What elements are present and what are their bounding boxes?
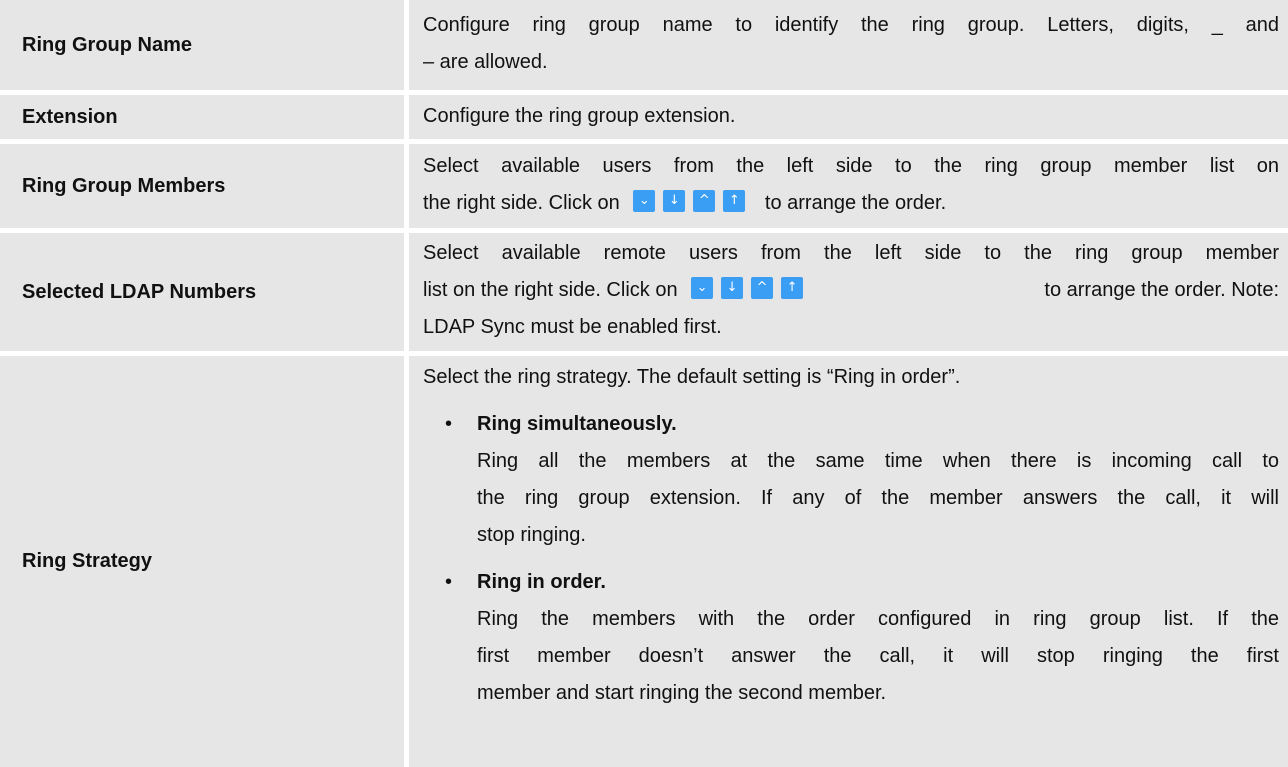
bullet-icon: • [445,571,453,593]
option-line: Ring the members with the order configur… [477,608,1279,630]
description-line-start: list on the right side. Click on ⌄ ↓ ^ ↑ [423,272,817,309]
field-label: Selected LDAP Numbers [0,233,404,351]
field-label: Ring Group Members [0,144,404,228]
field-label: Ring Group Name [0,0,404,90]
table-row: Extension Configure the ring group exten… [0,95,1288,139]
description-line: Select the ring strategy. The default se… [423,366,961,388]
field-description: Select the ring strategy. The default se… [409,356,1288,767]
field-description: Configure ring group name to identify th… [409,0,1288,90]
option-line: stop ringing. [477,524,586,546]
option-title: Ring in order. [477,571,606,593]
table-row: Ring Group Members Select available user… [0,144,1288,228]
list-item: • Ring in order. Ring the members with t… [423,564,1279,712]
chevron-up-icon[interactable]: ^ [751,276,774,299]
arrow-down-icon[interactable]: ↓ [663,189,686,212]
description-line: list on the right side. Click on ⌄ ↓ ^ ↑ to… [423,272,1279,309]
arrow-up-icon[interactable]: ↑ [723,189,746,212]
option-line: first member doesn’t answer the call, it… [477,645,1279,667]
bullet-icon: • [445,413,453,435]
chevron-up-icon[interactable]: ^ [693,189,716,212]
field-label: Extension [0,95,404,139]
field-description: Select available users from the left sid… [409,144,1288,228]
option-line: member and start ringing the second memb… [477,682,887,704]
arrow-down-icon[interactable]: ↓ [721,276,744,299]
chevron-down-icon[interactable]: ⌄ [691,276,714,299]
description-line: Configure ring group name to identify th… [423,14,1279,36]
description-line: the right side. Click on ⌄ ↓ ^ ↑ to arrange… [423,185,1279,222]
description-line: Select available users from the left sid… [423,155,1279,177]
description-line: – are allowed. [423,51,548,73]
table-row: Ring Strategy Select the ring strategy. … [0,356,1288,767]
description-line: LDAP Sync must be enabled first. [423,316,722,338]
field-description: Select available remote users from the l… [409,233,1288,351]
option-title: Ring simultaneously. [477,413,677,435]
table-row: Ring Group Name Configure ring group nam… [0,0,1288,90]
option-line: Ring all the members at the same time wh… [477,450,1279,472]
arrow-up-icon[interactable]: ↑ [781,276,804,299]
description-line: Select available remote users from the l… [423,242,1279,264]
order-buttons: ⌄ ↓ ^ ↑ [691,272,811,309]
description-line: Configure the ring group extension. [423,105,736,127]
table-row: Selected LDAP Numbers Select available r… [0,233,1288,351]
field-label: Ring Strategy [0,356,404,767]
order-buttons: ⌄ ↓ ^ ↑ [633,185,753,222]
chevron-down-icon[interactable]: ⌄ [633,189,656,212]
option-line: the ring group extension. If any of the … [477,487,1279,509]
list-item: • Ring simultaneously. Ring all the memb… [423,406,1279,554]
field-description: Configure the ring group extension. [409,95,1288,139]
